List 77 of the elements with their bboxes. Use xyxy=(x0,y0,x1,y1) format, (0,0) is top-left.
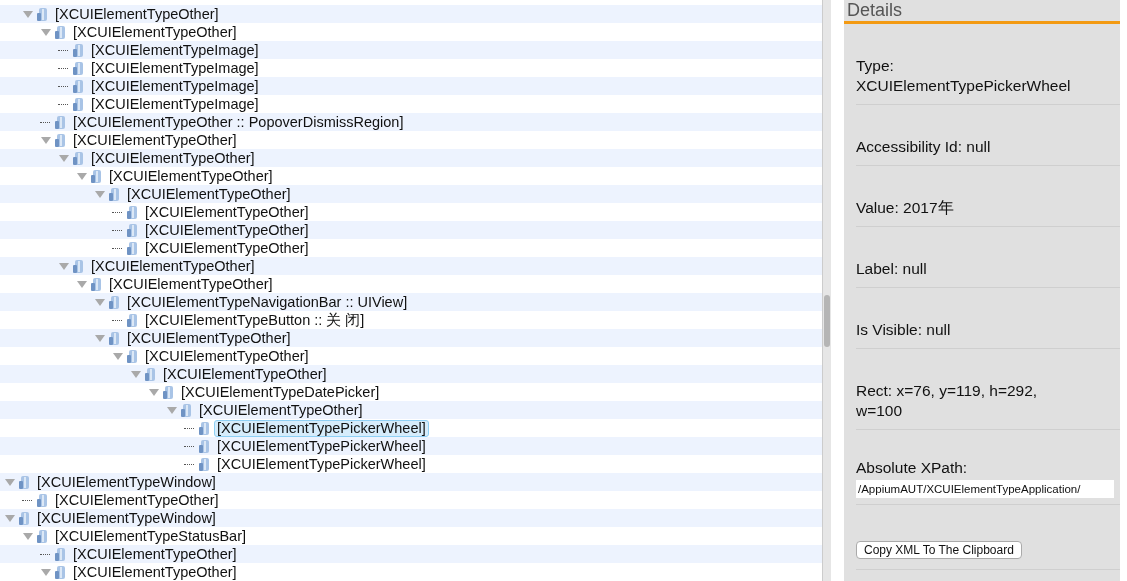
element-icon xyxy=(126,222,138,238)
tree-item[interactable]: [XCUIElementTypeOther] xyxy=(142,239,312,257)
expanded-triangle-icon[interactable] xyxy=(166,405,178,415)
tree-item[interactable]: [XCUIElementTypeImage] xyxy=(88,95,262,113)
element-icon xyxy=(54,546,66,562)
xpath-label: Absolute XPath: xyxy=(856,459,968,476)
copy-xml-button[interactable]: Copy XML To The Clipboard xyxy=(856,541,1022,559)
tree-item[interactable]: [XCUIElementTypeOther] xyxy=(142,203,312,221)
tree-item[interactable]: [XCUIElementTypeOther] xyxy=(106,275,276,293)
tree-item[interactable]: [XCUIElementTypeOther] xyxy=(70,23,240,41)
element-icon xyxy=(162,384,174,400)
element-icon xyxy=(72,258,84,274)
element-icon xyxy=(54,564,66,580)
element-icon xyxy=(54,132,66,148)
detail-text: Label: null xyxy=(856,260,927,277)
expanded-triangle-icon[interactable] xyxy=(22,9,34,19)
xpath-field[interactable]: /AppiumAUT/XCUIElementTypeApplication/ xyxy=(856,480,1114,498)
element-icon xyxy=(90,168,102,184)
element-icon xyxy=(72,150,84,166)
element-icon xyxy=(180,402,192,418)
element-icon xyxy=(36,6,48,22)
element-icon xyxy=(126,204,138,220)
scrollbar[interactable] xyxy=(822,0,831,581)
expanded-triangle-icon[interactable] xyxy=(4,477,16,487)
expanded-triangle-icon[interactable] xyxy=(94,297,106,307)
element-icon xyxy=(54,114,66,130)
expanded-triangle-icon[interactable] xyxy=(94,333,106,343)
detail-text: Accessibility Id: null xyxy=(856,138,991,155)
expanded-triangle-icon[interactable] xyxy=(112,351,124,361)
tree-item[interactable]: [XCUIElementTypeOther] xyxy=(70,131,240,149)
tree-item[interactable]: [XCUIElementTypeOther] xyxy=(142,347,312,365)
element-icon xyxy=(72,60,84,76)
element-icon xyxy=(198,456,210,472)
element-icon xyxy=(126,348,138,364)
detail-text: Value: 2017年 xyxy=(856,199,954,216)
tree-item[interactable]: [XCUIElementTypePickerWheel] xyxy=(214,419,429,437)
expanded-triangle-icon[interactable] xyxy=(40,135,52,145)
element-icon xyxy=(144,366,156,382)
element-icon xyxy=(18,474,30,490)
element-icon xyxy=(72,78,84,94)
tree-item[interactable]: [XCUIElementTypeOther] xyxy=(52,491,222,509)
element-icon xyxy=(198,438,210,454)
element-icon xyxy=(54,24,66,40)
detail-text: Is Visible: null xyxy=(856,321,951,338)
tree-item[interactable]: [XCUIElementTypeButton :: 关 闭] xyxy=(142,311,368,329)
expanded-triangle-icon[interactable] xyxy=(58,261,70,271)
element-icon xyxy=(36,492,48,508)
element-icon xyxy=(90,276,102,292)
expanded-triangle-icon[interactable] xyxy=(40,567,52,577)
element-icon xyxy=(108,186,120,202)
element-icon xyxy=(72,96,84,112)
expanded-triangle-icon[interactable] xyxy=(148,387,160,397)
expanded-triangle-icon[interactable] xyxy=(58,153,70,163)
expanded-triangle-icon[interactable] xyxy=(76,171,88,181)
tree-item[interactable]: [XCUIElementTypeOther] xyxy=(106,167,276,185)
element-icon xyxy=(126,240,138,256)
element-icon xyxy=(108,294,120,310)
expanded-triangle-icon[interactable] xyxy=(76,279,88,289)
tree-item[interactable]: [XCUIElementTypeStatusBar] xyxy=(52,527,249,545)
detail-text: Rect: x=76, y=119, h=292, w=100 xyxy=(856,382,1038,419)
expanded-triangle-icon[interactable] xyxy=(22,531,34,541)
element-icon xyxy=(108,330,120,346)
details-title: Details xyxy=(844,0,1120,24)
tree-item[interactable]: [XCUIElementTypeDatePicker] xyxy=(178,383,383,401)
expanded-triangle-icon[interactable] xyxy=(94,189,106,199)
element-icon xyxy=(126,312,138,328)
element-icon xyxy=(18,510,30,526)
tree-item[interactable]: [XCUIElementTypeOther] xyxy=(70,563,240,581)
element-icon xyxy=(72,42,84,58)
expanded-triangle-icon[interactable] xyxy=(4,513,16,523)
tree-item[interactable]: [XCUIElementTypeImage] xyxy=(88,59,262,77)
detail-text: Type: XCUIElementTypePickerWheel xyxy=(856,57,1071,94)
expanded-triangle-icon[interactable] xyxy=(40,27,52,37)
expanded-triangle-icon[interactable] xyxy=(130,369,142,379)
element-icon xyxy=(198,420,210,436)
element-icon xyxy=(36,528,48,544)
tree-item[interactable]: [XCUIElementTypePickerWheel] xyxy=(214,455,429,473)
